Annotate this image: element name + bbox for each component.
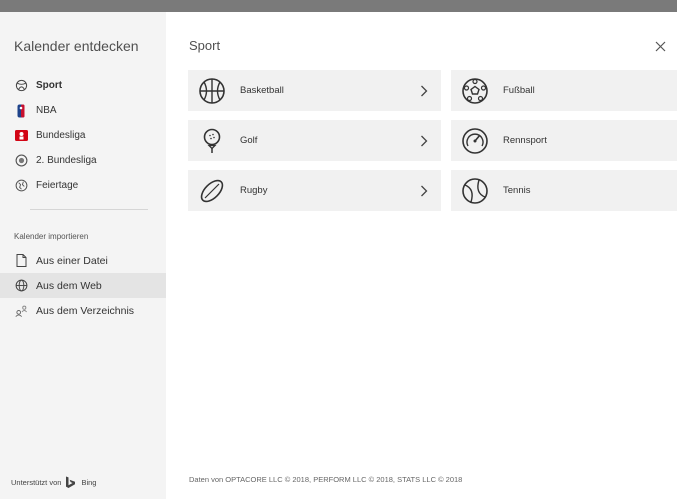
tile-label: Rennsport (503, 135, 547, 146)
golf-icon (197, 126, 227, 156)
sidebar-item-label: Bundesliga (36, 130, 86, 141)
chevron-right-icon (415, 182, 433, 200)
tile-golf[interactable]: Golf (188, 120, 441, 161)
sport-icon (14, 79, 28, 93)
main-panel: Sport Basketball Fußball Golf Rennsport … (166, 12, 677, 499)
import-item-label: Aus dem Web (36, 279, 102, 292)
close-button[interactable] (651, 37, 669, 55)
basketball-icon (197, 76, 227, 106)
sidebar-item-feiertage[interactable]: Feiertage (8, 173, 158, 198)
tile-label: Tennis (503, 185, 531, 196)
directory-icon (14, 304, 28, 318)
sidebar-item-2-bundesliga[interactable]: 2. Bundesliga (8, 148, 158, 173)
sidebar-divider (30, 209, 148, 210)
file-icon (14, 254, 28, 268)
data-attribution: Daten von OPTACORE LLC © 2018, PERFORM L… (189, 475, 463, 484)
sidebar-item-label: Feiertage (36, 180, 79, 191)
bundesliga-2-icon (14, 154, 28, 168)
tile-basketball[interactable]: Basketball (188, 70, 441, 111)
sidebar-item-bundesliga[interactable]: Bundesliga (8, 123, 158, 148)
import-list: Aus einer Datei Aus dem Web Aus dem Verz… (0, 248, 166, 323)
sidebar-list: Sport NBA Bundesliga 2. Bundesliga Feier… (8, 73, 158, 198)
sidebar-item-label: 2. Bundesliga (36, 155, 97, 166)
close-icon (655, 41, 665, 51)
sidebar-item-label: Sport (36, 80, 63, 91)
bundesliga-icon (14, 129, 28, 143)
calendar-discover-dialog: Kalender entdecken Sport NBA Bundesliga (0, 12, 677, 499)
import-item-label: Aus dem Verzeichnis (36, 304, 135, 317)
chevron-right-icon (415, 82, 433, 100)
import-item-label: Aus einer Datei (36, 254, 108, 267)
sidebar-item-label: NBA (36, 105, 57, 116)
import-from-file[interactable]: Aus einer Datei (0, 248, 166, 273)
rugby-icon (197, 176, 227, 206)
powered-by-text: Unterstützt von (11, 478, 62, 487)
tile-rennsport[interactable]: Rennsport (451, 120, 677, 161)
page-title: Sport (189, 38, 221, 53)
chevron-right-icon (415, 132, 433, 150)
tile-label: Rugby (240, 185, 268, 196)
tile-tennis[interactable]: Tennis (451, 170, 677, 211)
tile-rugby[interactable]: Rugby (188, 170, 441, 211)
soccer-icon (460, 76, 490, 106)
bing-logo-icon (65, 476, 76, 489)
import-from-directory[interactable]: Aus dem Verzeichnis (0, 298, 166, 323)
sidebar-title: Kalender entdecken (14, 38, 139, 54)
powered-by: Unterstützt von Bing (11, 476, 96, 489)
tile-label: Golf (240, 135, 258, 146)
nba-icon (14, 104, 28, 118)
sidebar: Kalender entdecken Sport NBA Bundesliga (0, 12, 166, 499)
tennis-icon (460, 176, 490, 206)
tile-label: Fußball (503, 85, 535, 96)
import-section-heading: Kalender importieren (14, 232, 89, 241)
bing-brand-text: Bing (81, 478, 97, 487)
tile-fussball[interactable]: Fußball (451, 70, 677, 111)
sidebar-item-sport[interactable]: Sport (8, 73, 158, 98)
globe-icon (14, 179, 28, 193)
sidebar-item-nba[interactable]: NBA (8, 98, 158, 123)
tile-label: Basketball (240, 85, 284, 96)
speedometer-icon (460, 126, 490, 156)
web-icon (14, 279, 28, 293)
import-from-web[interactable]: Aus dem Web (0, 273, 166, 298)
